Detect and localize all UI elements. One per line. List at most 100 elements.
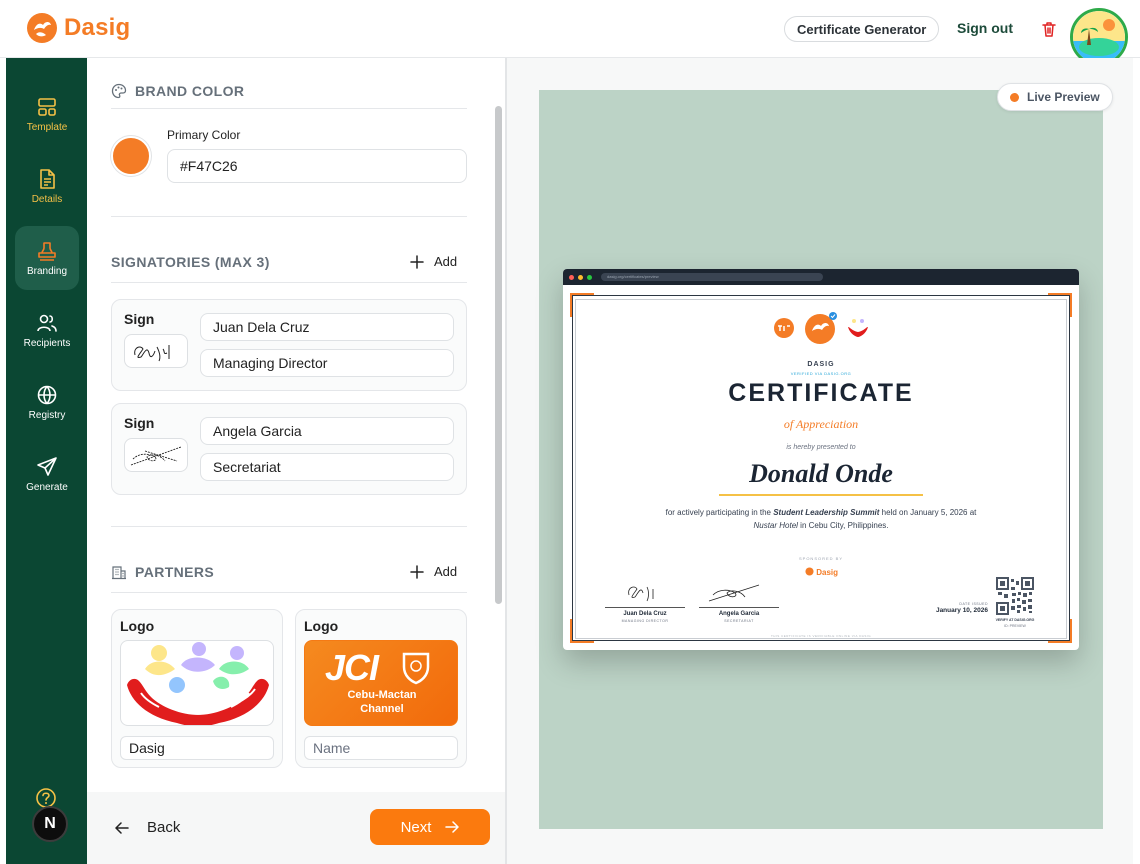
form-scrollbar[interactable]	[495, 106, 502, 604]
signatory-name-input[interactable]: Juan Dela Cruz	[200, 313, 454, 341]
live-dot-icon	[1010, 92, 1019, 102]
signatory-role-input[interactable]: Secretariat	[200, 453, 454, 481]
partner-logo-upload[interactable]: JCI Cebu-Mactan Channel	[304, 640, 458, 726]
verify-label: VERIFY AT DASIG.ORG	[995, 618, 1035, 622]
logo-label: Logo	[120, 618, 155, 634]
signatory-card: Sign Juan Dela Cruz Managing Director	[111, 299, 467, 391]
layout-template-icon	[38, 97, 56, 116]
sidebar-item-template[interactable]: Template	[15, 82, 79, 146]
certificate-signatory: Juan Dela Cruz MANAGING DIRECTOR	[605, 575, 685, 623]
date-value: January 10, 2026	[935, 607, 988, 614]
sidebar-item-branding[interactable]: Branding	[15, 226, 79, 290]
document-icon	[40, 168, 55, 189]
browser-url: dasig.org/certificates/preview	[601, 273, 823, 281]
qr-code-icon	[996, 577, 1034, 615]
signatory-role: SECRETARIAT	[724, 618, 754, 623]
corner-accent	[570, 619, 594, 643]
sidebar-item-label: Generate	[26, 481, 68, 493]
corner-accent	[1048, 619, 1072, 643]
sponsor-logo: Dasig	[805, 567, 838, 577]
jci-logo-subtitle-2: Channel	[360, 703, 404, 715]
divider	[111, 108, 467, 109]
signature-image	[628, 586, 654, 602]
signatory-name: Angela Garcia	[718, 610, 760, 617]
trash-icon[interactable]	[1040, 20, 1058, 38]
send-icon	[37, 456, 57, 476]
date-label: DATE ISSUED	[959, 602, 988, 606]
sign-label: Sign	[124, 415, 155, 431]
sidebar-item-label: Details	[31, 193, 63, 205]
add-partner-button[interactable]: Add	[410, 564, 457, 579]
sponsored-by-label: SPONSORED BY	[798, 556, 843, 561]
certificate-presented: is hereby presented to	[786, 444, 856, 451]
partner-name-input[interactable]: Dasig	[120, 736, 274, 760]
dasig-logo-icon	[805, 567, 814, 576]
add-signatory-button[interactable]: Add	[410, 254, 457, 269]
window-frame-right	[1133, 58, 1140, 864]
primary-color-swatch[interactable]	[111, 136, 151, 176]
signatories-title: SIGNATORIES (MAX 3)	[111, 254, 270, 270]
arrow-right-icon	[445, 821, 460, 833]
signature-image	[130, 446, 182, 466]
jci-logo-subtitle-1: Cebu-Mactan	[347, 689, 417, 701]
sidebar-item-recipients[interactable]: Recipients	[15, 298, 79, 362]
sidebar-item-details[interactable]: Details	[15, 154, 79, 218]
window-minimize-dot	[578, 275, 583, 280]
certificate-generator-button[interactable]: Certificate Generator	[784, 16, 940, 42]
dev-tools-badge[interactable]: N	[32, 806, 68, 842]
certificate-org: DASIG	[807, 361, 835, 368]
signatory-card: Sign Angela Garcia Secretariat	[111, 403, 467, 495]
live-preview-badge: Live Preview	[997, 83, 1113, 111]
globe-icon	[37, 385, 57, 404]
divider	[111, 592, 467, 593]
recipient-underline	[719, 494, 923, 496]
add-label: Add	[434, 254, 458, 269]
sign-label: Sign	[124, 311, 155, 327]
window-close-dot	[569, 275, 574, 280]
building-icon	[112, 566, 126, 580]
dasig-logo-icon	[805, 312, 837, 344]
sidebar-item-generate[interactable]: Generate	[15, 442, 79, 506]
plus-icon	[410, 564, 424, 579]
signature-line	[699, 607, 779, 608]
event-name: Student Leadership Summit	[773, 508, 880, 517]
signature-image	[708, 584, 760, 602]
divider	[111, 526, 467, 527]
sidebar-item-label: Registry	[28, 409, 66, 421]
back-label: Back	[147, 819, 181, 836]
shield-icon	[402, 652, 430, 685]
stamp-icon	[38, 241, 56, 261]
partner-card: Logo Dasig	[111, 609, 283, 768]
partner-logo-upload[interactable]	[120, 640, 274, 726]
primary-color-input[interactable]: #F47C26	[167, 149, 467, 183]
partner-hands-logo-icon	[848, 319, 868, 337]
sponsor-name: Dasig	[816, 568, 839, 577]
live-preview-label: Live Preview	[1027, 90, 1100, 104]
sign-out-button[interactable]: Sign out	[957, 20, 1013, 36]
brand-logo[interactable]: Dasig	[26, 12, 130, 44]
certificate-body: for actively participating in the Studen…	[563, 506, 1079, 532]
signatory-role-input[interactable]: Managing Director	[200, 349, 454, 377]
signatory-name-input[interactable]: Angela Garcia	[200, 417, 454, 445]
back-button[interactable]: Back	[115, 819, 180, 836]
window-maximize-dot	[587, 275, 592, 280]
next-button[interactable]: Next	[370, 809, 490, 845]
sidebar-item-label: Template	[26, 121, 68, 133]
partner-name-input[interactable]: Name	[304, 736, 458, 760]
sidebar-item-registry[interactable]: Registry	[15, 370, 79, 434]
section-title-text: SIGNATORIES (MAX 3)	[111, 254, 270, 270]
form-footer: Back Next	[87, 792, 505, 864]
body-middle: held on January 5, 2026 at	[879, 508, 977, 517]
signatory-name: Juan Dela Cruz	[623, 610, 667, 617]
certificate-recipient: Donald Onde	[749, 459, 893, 488]
certificate-verified: VERIFIED VIA DASIG.ORG	[790, 371, 852, 376]
next-label: Next	[400, 818, 432, 836]
signatory-role: MANAGING DIRECTOR	[621, 618, 669, 623]
certificate-preview: dasig.org/certificates/preview DASIG VER…	[563, 269, 1079, 650]
users-icon	[37, 314, 57, 332]
certificate-footer-text: THIS CERTIFICATE IS VERIFIABLE ONLINE VI…	[770, 634, 872, 638]
signature-upload[interactable]	[124, 334, 188, 368]
browser-bar: dasig.org/certificates/preview	[563, 269, 1079, 285]
signature-upload[interactable]	[124, 438, 188, 472]
corner-accent	[1048, 293, 1072, 317]
